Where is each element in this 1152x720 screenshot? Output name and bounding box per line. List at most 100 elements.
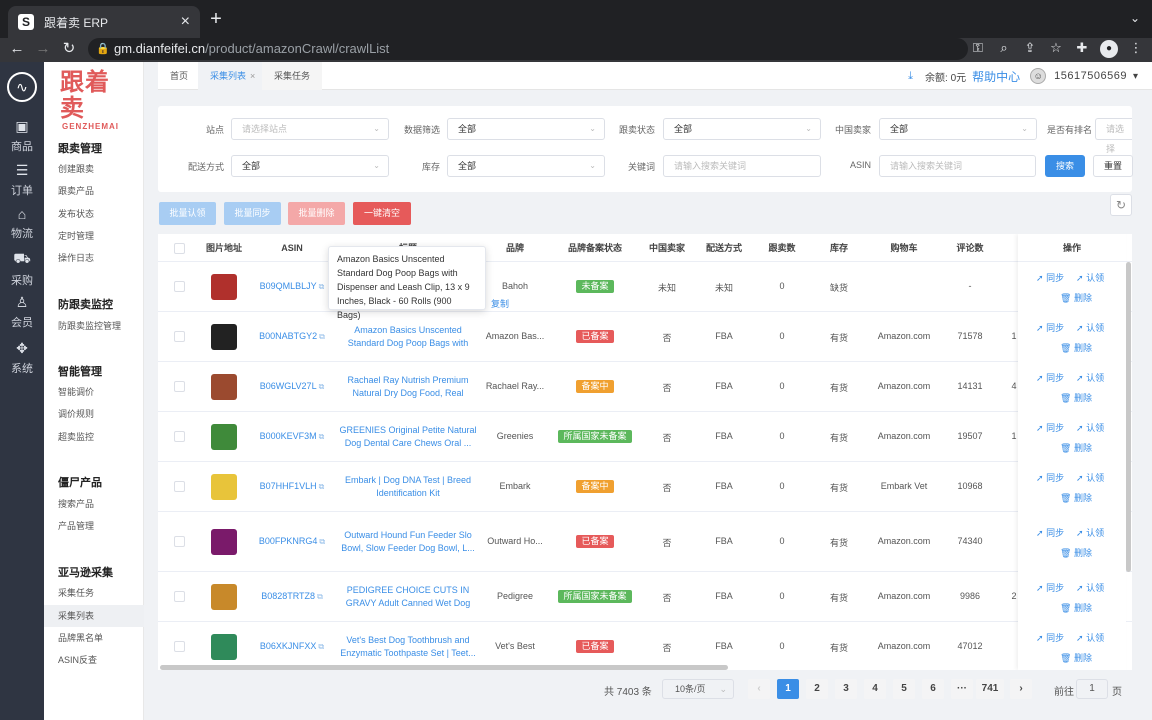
asin-text[interactable]: B07HHF1VLH [260,481,317,491]
delete-button[interactable]: 🗑 删除 [1060,341,1092,354]
rail-item-logistics[interactable]: ⌂ 物流 [0,206,44,241]
copy-icon[interactable]: ⧉ [319,332,325,341]
asin-text[interactable]: B000KEVF3M [260,431,317,441]
url-input[interactable]: 🔒 gm.dianfeifei.cn/product/amazonCrawl/c… [88,38,968,60]
delete-button[interactable]: 🗑 删除 [1060,601,1092,614]
row-checkbox[interactable] [174,481,185,492]
asin-text[interactable]: B00NABTGY2 [259,331,317,341]
delete-button[interactable]: 🗑 删除 [1060,491,1092,504]
row-checkbox[interactable] [174,536,185,547]
search-button[interactable]: 搜索 [1045,155,1085,177]
copy-icon[interactable]: ⧉ [319,537,325,546]
page-button[interactable]: 3 [835,679,857,699]
close-icon[interactable]: × [181,13,190,31]
asin-text[interactable]: B06XKJNFXX [260,641,317,651]
copy-icon[interactable]: ⧉ [319,432,325,441]
sidebar-item[interactable]: 跟卖产品 [44,180,144,202]
back-icon[interactable]: ← [8,38,26,62]
copy-icon[interactable]: ⧉ [319,382,325,391]
table-row[interactable]: B000KEVF3M ⧉ GREENIES Original Petite Natu… [158,412,1132,462]
copy-icon[interactable]: ⧉ [317,592,323,601]
page-button-active[interactable]: 1 [777,679,799,699]
rail-item-orders[interactable]: ☰ 订单 [0,162,44,198]
rail-item-goods[interactable]: ▣ 商品 [0,118,44,154]
copy-icon[interactable]: ⧉ [319,482,325,491]
asin-link[interactable]: B0828TRTZ8 ⧉ [254,591,330,602]
rail-item-purchase[interactable]: ⛟ 采购 [0,250,44,288]
close-icon[interactable]: × [250,71,255,81]
claim-button[interactable]: ➚ 认领 [1076,581,1104,594]
asin-link[interactable]: B07HHF1VLH ⧉ [254,481,330,492]
cn-seller-select[interactable]: 全部 ⌄ [879,118,1037,140]
user-phone[interactable]: 15617506569 [1054,70,1127,82]
vertical-scrollbar[interactable] [1126,262,1131,572]
table-row[interactable]: B0828TRTZ8 ⧉ PEDIGREE CHOICE CUTS IN GRAVY… [158,572,1132,622]
claim-button[interactable]: ➚ 认领 [1076,631,1104,644]
screen-select[interactable]: 全部 ⌄ [447,118,605,140]
sidebar-item[interactable]: 品牌黑名单 [44,627,144,649]
sidebar-item[interactable]: 智能调价 [44,381,144,403]
table-row[interactable]: B09QMLBLJY ⧉ Bahoh 未备案 未知 未知 0 缺货 - [158,262,1132,312]
rail-item-member[interactable]: ♙ 会员 [0,294,44,330]
delete-button[interactable]: 🗑 删除 [1060,391,1092,404]
next-page-icon[interactable]: › [1010,679,1032,699]
menu-icon[interactable]: ⋮ [1128,40,1144,58]
page-button[interactable]: ··· [951,679,973,699]
claim-button[interactable]: ➚ 认领 [1076,371,1104,384]
claim-button[interactable]: ➚ 认领 [1076,526,1104,539]
page-button[interactable]: 741 [976,679,1004,699]
sidebar-item[interactable]: 产品管理 [44,515,144,537]
delete-button[interactable]: 🗑 删除 [1060,651,1092,664]
asin-text[interactable]: B0828TRTZ8 [261,591,315,601]
key-icon[interactable]: ⚿ [970,40,986,58]
table-row[interactable]: B07HHF1VLH ⧉ Embark | Dog DNA Test | Breed… [158,462,1132,512]
tab-home[interactable]: 首页 [158,62,200,90]
select-all-checkbox[interactable] [174,243,185,254]
zoom-icon[interactable]: ⌕ [996,40,1012,58]
batch-delete-button[interactable]: 批量删除 [288,202,345,225]
product-title[interactable]: Outward Hound Fun Feeder Slo Bowl, Slow … [338,529,478,555]
rail-item-system[interactable]: ✥ 系统 [0,340,44,376]
copy-link[interactable]: 复制 [491,297,509,310]
row-checkbox[interactable] [174,431,185,442]
prev-page-icon[interactable]: ‹ [748,679,770,699]
help-link[interactable]: 帮助中心 [972,68,1020,85]
copy-icon[interactable]: ⧉ [318,642,324,651]
keyword-input[interactable]: 请输入搜索关键词 [663,155,821,177]
asin-input[interactable]: 请输入搜索关键词 [879,155,1036,177]
asin-text[interactable]: B06WGLV27L [260,381,317,391]
sidebar-item[interactable]: 搜索产品 [44,493,144,515]
app-logo-icon[interactable]: ∿ [7,72,37,102]
follow-status-select[interactable]: 全部 ⌄ [663,118,821,140]
sync-button[interactable]: ➚ 同步 [1036,271,1064,284]
goto-page-input[interactable]: 1 [1076,679,1108,699]
star-icon[interactable]: ☆ [1048,40,1064,58]
row-checkbox[interactable] [174,591,185,602]
sidebar-item[interactable]: 采集任务 [44,582,144,604]
product-title[interactable]: Amazon Basics Unscented Standard Dog Poo… [338,324,478,350]
sync-button[interactable]: ➚ 同步 [1036,526,1064,539]
sidebar-item[interactable]: 调价规则 [44,403,144,425]
refresh-icon[interactable]: ↻ [1110,194,1132,216]
asin-link[interactable]: B09QMLBLJY ⧉ [254,281,330,292]
table-row[interactable]: B00FPKNRG4 ⧉ Outward Hound Fun Feeder Slo … [158,512,1132,572]
table-row[interactable]: B06WGLV27L ⧉ Rachael Ray Nutrish Premium N… [158,362,1132,412]
sync-button[interactable]: ➚ 同步 [1036,631,1064,644]
sync-button[interactable]: ➚ 同步 [1036,371,1064,384]
delete-button[interactable]: 🗑 删除 [1060,546,1092,559]
page-button[interactable]: 6 [922,679,944,699]
sidebar-item[interactable]: 创建跟卖 [44,158,144,180]
row-checkbox[interactable] [174,641,185,652]
tab-crawl-list[interactable]: 采集列表 × [198,62,268,90]
forward-icon[interactable]: → [34,38,52,62]
horizontal-scrollbar[interactable] [160,665,728,670]
delete-button[interactable]: 🗑 删除 [1060,441,1092,454]
tab-search-icon[interactable]: ⌄ [1130,11,1140,25]
delete-button[interactable]: 🗑 删除 [1060,291,1092,304]
product-title[interactable]: PEDIGREE CHOICE CUTS IN GRAVY Adult Cann… [338,584,478,610]
clear-all-button[interactable]: 一键清空 [353,202,411,225]
avatar[interactable]: ☺ [1030,68,1047,84]
claim-button[interactable]: ➚ 认领 [1076,471,1104,484]
new-tab-icon[interactable]: + [206,8,226,31]
row-checkbox[interactable] [174,381,185,392]
